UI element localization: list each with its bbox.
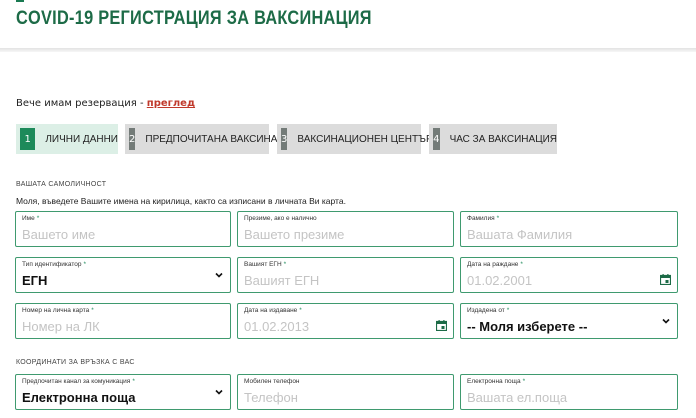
field-label: Дата на раждане * [467, 261, 523, 268]
page-title: COVID-19 РЕГИСТРАЦИЯ ЗА ВАКСИНАЦИЯ [16, 8, 372, 29]
field-label: Фамилия * [467, 215, 500, 222]
email-placeholder: Вашата ел.поща [467, 390, 568, 405]
channel-value: Електронна поща [22, 390, 136, 405]
middle-name-placeholder: Вашето презиме [244, 227, 345, 242]
last-name-placeholder: Вашата Фамилия [467, 227, 573, 242]
issue-date-placeholder: 01.02.2013 [244, 319, 310, 334]
egn-placeholder: Вашият ЕГН [244, 273, 320, 288]
chevron-down-icon [662, 318, 670, 324]
issued-by-value: -- Моля изберете -- [467, 319, 588, 334]
step-label: ПРЕДПОЧИТАНА ВАКСИНА [145, 133, 278, 145]
step-number: 1 [20, 128, 36, 150]
field-label: Име * [22, 215, 40, 222]
step-preferred-vaccine[interactable]: 2 ПРЕДПОЧИТАНА ВАКСИНА [125, 124, 277, 154]
communication-channel-select[interactable]: Предпочитан канал за комуникация * Електр… [15, 374, 231, 410]
issue-date-field[interactable]: Дата на издаване * 01.02.2013 [237, 303, 454, 339]
middle-name-field[interactable]: Презиме, ако е налично Вашето презиме [237, 211, 454, 247]
field-label: Номер на лична карта * [22, 307, 94, 314]
id-type-select[interactable]: Тип идентификатор * ЕГН [15, 257, 231, 293]
calendar-icon[interactable] [660, 274, 671, 285]
step-label: ВАКСИНАЦИОНЕН ЦЕНТЪР [297, 133, 433, 145]
issued-by-select[interactable]: Издадена от * -- Моля изберете -- [460, 303, 678, 339]
chevron-down-icon [215, 272, 223, 278]
reservation-review-link[interactable]: преглед [147, 98, 195, 109]
step-number: 4 [433, 128, 440, 150]
step-number: 2 [129, 128, 136, 150]
first-name-placeholder: Вашето име [22, 227, 96, 242]
step-label: ЛИЧНИ ДАННИ [45, 133, 118, 145]
calendar-icon[interactable] [436, 320, 447, 331]
email-field[interactable]: Електронна поща * Вашата ел.поща [460, 374, 678, 410]
field-label: Тип идентификатор * [22, 261, 86, 268]
step-number: 3 [281, 128, 288, 150]
step-vaccination-time[interactable]: 4 ЧАС ЗА ВАКСИНАЦИЯ [429, 124, 557, 154]
id-card-number-field[interactable]: Номер на лична карта * Номер на ЛК [15, 303, 231, 339]
field-label: Презиме, ако е налично [244, 215, 317, 222]
step-vaccination-center[interactable]: 3 ВАКСИНАЦИОНЕН ЦЕНТЪР [277, 124, 433, 154]
field-label: Мобилен телефон [244, 378, 300, 385]
section-contacts-heading: КООРДИНАТИ ЗА ВРЪЗКА С ВАС [16, 359, 135, 366]
phone-placeholder: Телефон [244, 390, 298, 405]
field-label: Дата на издаване * [244, 307, 302, 314]
field-label: Издадена от * [467, 307, 510, 314]
egn-field[interactable]: Вашият ЕГН * Вашият ЕГН [237, 257, 454, 293]
birth-date-placeholder: 01.02.2001 [467, 273, 533, 288]
section-identity-heading: ВАШАТА САМОЛИЧНОСТ [16, 181, 107, 188]
field-label: Предпочитан канал за комуникация * [22, 378, 135, 385]
field-label: Електронна поща * [467, 378, 526, 385]
last-name-field[interactable]: Фамилия * Вашата Фамилия [460, 211, 678, 247]
header-divider [0, 48, 696, 52]
chevron-down-icon [215, 389, 223, 395]
birth-date-field[interactable]: Дата на раждане * 01.02.2001 [460, 257, 678, 293]
mobile-phone-field[interactable]: Мобилен телефон Телефон [237, 374, 454, 410]
first-name-field[interactable]: Име * Вашето име [15, 211, 231, 247]
step-personal-data[interactable]: 1 ЛИЧНИ ДАННИ [16, 124, 118, 154]
reservation-line: Вече имам резервация - преглед [16, 98, 195, 109]
identity-instruction: Моля, въведете Вашите имена на кирилица,… [16, 196, 346, 206]
field-label: Вашият ЕГН * [244, 261, 287, 268]
id-type-value: ЕГН [22, 273, 48, 288]
id-card-placeholder: Номер на ЛК [22, 319, 100, 334]
step-label: ЧАС ЗА ВАКСИНАЦИЯ [449, 133, 557, 145]
reservation-text: Вече имам резервация - [16, 98, 147, 109]
header-accent-line [16, 0, 24, 2]
